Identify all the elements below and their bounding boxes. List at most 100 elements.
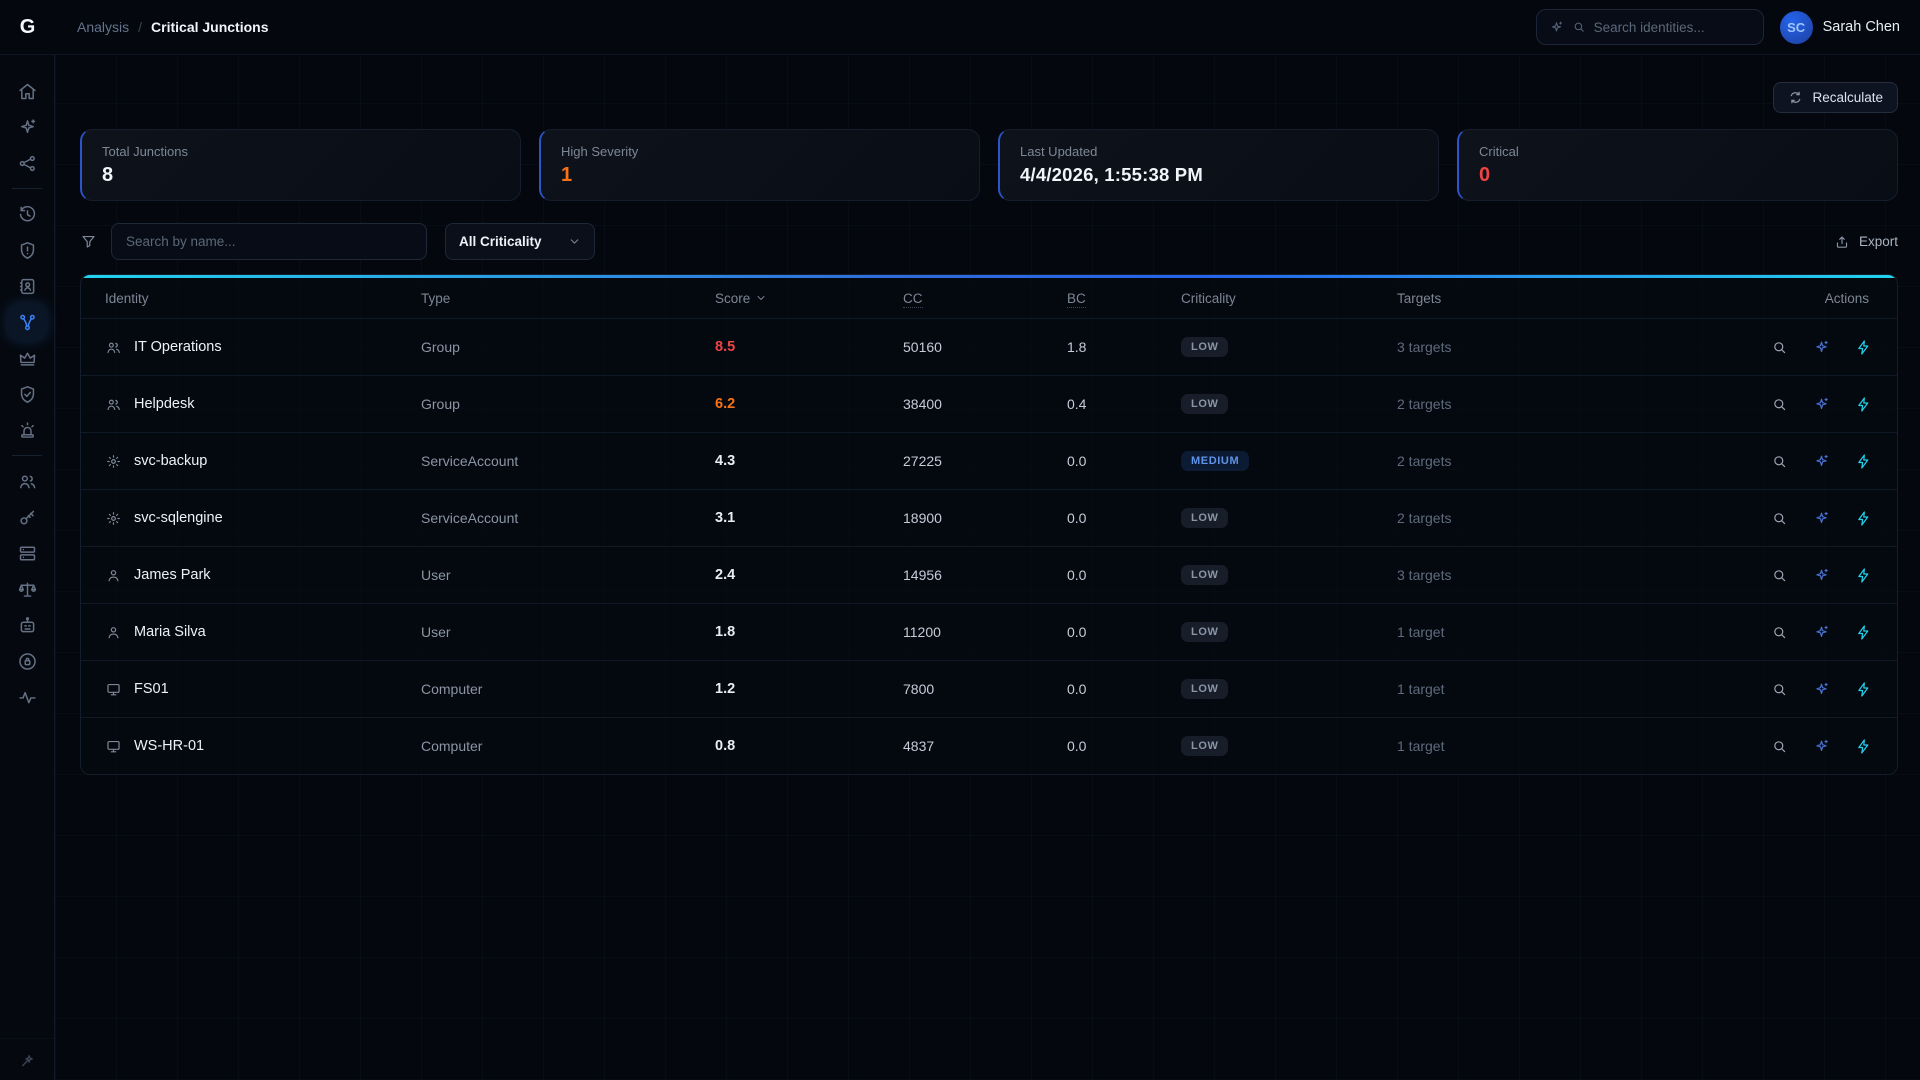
name-filter-input[interactable] bbox=[111, 223, 427, 260]
sidebar-item-users[interactable] bbox=[8, 463, 46, 499]
targets-cell: 3 targets bbox=[1397, 339, 1727, 355]
filter-bar: All Criticality Export bbox=[80, 223, 1898, 260]
analyze-sparkles-button[interactable] bbox=[1813, 624, 1830, 641]
user-icon bbox=[105, 624, 122, 641]
main-content: Recalculate Total Junctions8High Severit… bbox=[55, 55, 1920, 1080]
simulate-lightning-button[interactable] bbox=[1855, 624, 1872, 641]
identity-cell: Helpdesk bbox=[81, 396, 421, 413]
simulate-lightning-icon bbox=[1855, 624, 1872, 641]
inspect-search-button[interactable] bbox=[1771, 738, 1788, 755]
cc-cell: 18900 bbox=[903, 510, 1067, 526]
analyze-sparkles-button[interactable] bbox=[1813, 396, 1830, 413]
avatar[interactable]: SC bbox=[1780, 11, 1813, 44]
table-row[interactable]: svc-backupServiceAccount4.3272250.0MEDIU… bbox=[81, 432, 1897, 489]
criticality-badge: LOW bbox=[1181, 622, 1228, 642]
sidebar-item-siren[interactable] bbox=[8, 412, 46, 448]
identity-cell: svc-sqlengine bbox=[81, 510, 421, 527]
row-actions bbox=[1727, 339, 1897, 356]
scales-icon bbox=[17, 579, 38, 600]
inspect-search-button[interactable] bbox=[1771, 567, 1788, 584]
sidebar-item-lock-circle[interactable] bbox=[8, 643, 46, 679]
row-actions bbox=[1727, 624, 1897, 641]
inspect-search-icon bbox=[1771, 396, 1788, 413]
user-menu[interactable]: SC Sarah Chen bbox=[1780, 11, 1900, 44]
sidebar-item-shield-check[interactable] bbox=[8, 376, 46, 412]
sidebar-item-server[interactable] bbox=[8, 535, 46, 571]
inspect-search-button[interactable] bbox=[1771, 681, 1788, 698]
criticality-filter-select[interactable]: All Criticality bbox=[445, 223, 595, 260]
table-row[interactable]: James ParkUser2.4149560.0LOW3 targets bbox=[81, 546, 1897, 603]
breadcrumb: Analysis / Critical Junctions bbox=[77, 19, 269, 35]
sidebar-item-junction[interactable] bbox=[8, 304, 46, 340]
type-cell: User bbox=[421, 624, 715, 640]
identity-name: IT Operations bbox=[134, 339, 222, 355]
siren-icon bbox=[17, 420, 38, 441]
column-header-score[interactable]: Score bbox=[715, 291, 903, 306]
inspect-search-button[interactable] bbox=[1771, 339, 1788, 356]
sidebar-item-sparkles[interactable] bbox=[8, 109, 46, 145]
identity-cell: FS01 bbox=[81, 681, 421, 698]
table-row[interactable]: HelpdeskGroup6.2384000.4LOW2 targets bbox=[81, 375, 1897, 432]
sidebar-divider bbox=[12, 455, 42, 456]
analyze-sparkles-button[interactable] bbox=[1813, 453, 1830, 470]
analyze-sparkles-button[interactable] bbox=[1813, 339, 1830, 356]
simulate-lightning-icon bbox=[1855, 681, 1872, 698]
analyze-sparkles-icon bbox=[1813, 738, 1830, 755]
simulate-lightning-icon bbox=[1855, 510, 1872, 527]
inspect-search-button[interactable] bbox=[1771, 453, 1788, 470]
robot-icon bbox=[17, 615, 38, 636]
analyze-sparkles-button[interactable] bbox=[1813, 510, 1830, 527]
sidebar-item-activity[interactable] bbox=[8, 679, 46, 715]
table-row[interactable]: IT OperationsGroup8.5501601.8LOW3 target… bbox=[81, 318, 1897, 375]
global-search[interactable] bbox=[1536, 9, 1764, 45]
export-button[interactable]: Export bbox=[1834, 234, 1898, 250]
column-header-cc: CC bbox=[903, 291, 1067, 306]
identity-cell: IT Operations bbox=[81, 339, 421, 356]
sidebar-divider bbox=[12, 188, 42, 189]
sidebar-item-home[interactable] bbox=[8, 73, 46, 109]
sidebar-item-history[interactable] bbox=[8, 196, 46, 232]
sidebar-item-shield-alert[interactable] bbox=[8, 232, 46, 268]
recalculate-button[interactable]: Recalculate bbox=[1773, 82, 1898, 113]
simulate-lightning-button[interactable] bbox=[1855, 567, 1872, 584]
row-actions bbox=[1727, 396, 1897, 413]
table-row[interactable]: FS01Computer1.278000.0LOW1 target bbox=[81, 660, 1897, 717]
identity-name: svc-sqlengine bbox=[134, 510, 223, 526]
identity-cell: svc-backup bbox=[81, 453, 421, 470]
simulate-lightning-button[interactable] bbox=[1855, 738, 1872, 755]
app-logo[interactable]: G bbox=[0, 16, 55, 39]
simulate-lightning-button[interactable] bbox=[1855, 681, 1872, 698]
analyze-sparkles-icon bbox=[1813, 567, 1830, 584]
sidebar-item-scales[interactable] bbox=[8, 571, 46, 607]
table-row[interactable]: Maria SilvaUser1.8112000.0LOW1 target bbox=[81, 603, 1897, 660]
cc-cell: 38400 bbox=[903, 396, 1067, 412]
inspect-search-button[interactable] bbox=[1771, 510, 1788, 527]
score-cell: 1.2 bbox=[715, 681, 903, 697]
simulate-lightning-button[interactable] bbox=[1855, 339, 1872, 356]
bc-cell: 0.4 bbox=[1067, 396, 1181, 412]
identity-name: James Park bbox=[134, 567, 211, 583]
server-icon bbox=[17, 543, 38, 564]
sidebar-item-robot[interactable] bbox=[8, 607, 46, 643]
analyze-sparkles-button[interactable] bbox=[1813, 567, 1830, 584]
sidebar-item-id-card[interactable] bbox=[8, 268, 46, 304]
sidebar-item-share-network[interactable] bbox=[8, 145, 46, 181]
criticality-cell: LOW bbox=[1181, 679, 1397, 699]
inspect-search-button[interactable] bbox=[1771, 624, 1788, 641]
analyze-sparkles-button[interactable] bbox=[1813, 738, 1830, 755]
simulate-lightning-button[interactable] bbox=[1855, 396, 1872, 413]
filter-funnel-icon bbox=[80, 233, 97, 250]
table-row[interactable]: svc-sqlengineServiceAccount3.1189000.0LO… bbox=[81, 489, 1897, 546]
sidebar-item-key[interactable] bbox=[8, 499, 46, 535]
simulate-lightning-button[interactable] bbox=[1855, 453, 1872, 470]
criticality-badge: LOW bbox=[1181, 508, 1228, 528]
sidebar-bottom-toggle[interactable] bbox=[0, 1038, 54, 1070]
inspect-search-button[interactable] bbox=[1771, 396, 1788, 413]
breadcrumb-section[interactable]: Analysis bbox=[77, 19, 129, 35]
global-search-input[interactable] bbox=[1594, 20, 1734, 35]
sidebar-item-crown[interactable] bbox=[8, 340, 46, 376]
analyze-sparkles-button[interactable] bbox=[1813, 681, 1830, 698]
simulate-lightning-button[interactable] bbox=[1855, 510, 1872, 527]
home-icon bbox=[17, 81, 38, 102]
table-row[interactable]: WS-HR-01Computer0.848370.0LOW1 target bbox=[81, 717, 1897, 774]
